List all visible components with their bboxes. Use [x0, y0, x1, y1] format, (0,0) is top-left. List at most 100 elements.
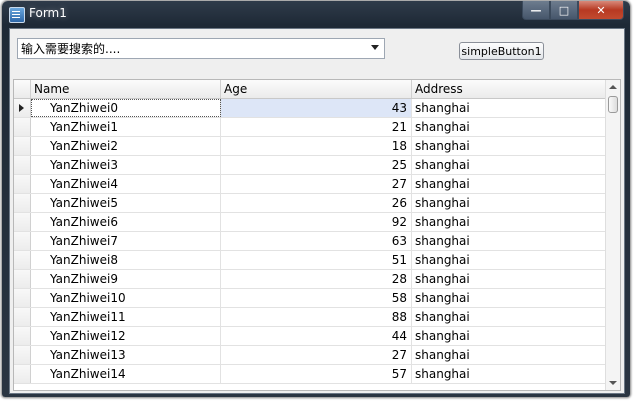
- cell-name[interactable]: YanZhiwei4: [31, 175, 221, 193]
- column-header-name[interactable]: Name: [31, 80, 221, 98]
- table-row[interactable]: YanZhiwei8 51 shanghai: [14, 251, 606, 270]
- cell-address[interactable]: shanghai: [412, 213, 606, 231]
- table-row[interactable]: YanZhiwei12 44 shanghai: [14, 327, 606, 346]
- cell-address[interactable]: shanghai: [412, 270, 606, 288]
- row-indicator[interactable]: [14, 156, 31, 174]
- cell-age[interactable]: 26: [221, 194, 412, 212]
- table-row[interactable]: YanZhiwei5 26 shanghai: [14, 194, 606, 213]
- table-row[interactable]: YanZhiwei11 88 shanghai: [14, 308, 606, 327]
- table-row[interactable]: YanZhiwei14 57 shanghai: [14, 365, 606, 384]
- cell-age[interactable]: 43: [221, 99, 412, 117]
- cell-address[interactable]: shanghai: [412, 289, 606, 307]
- cell-name[interactable]: YanZhiwei0: [31, 99, 221, 117]
- maximize-icon: □: [558, 3, 570, 17]
- table-row[interactable]: YanZhiwei0 43 shanghai: [14, 99, 606, 118]
- minimize-icon: —: [530, 3, 542, 17]
- cell-age[interactable]: 25: [221, 156, 412, 174]
- table-row[interactable]: YanZhiwei1 21 shanghai: [14, 118, 606, 137]
- cell-name[interactable]: YanZhiwei10: [31, 289, 221, 307]
- search-input[interactable]: 输入需要搜索的....: [21, 40, 120, 57]
- scroll-thumb[interactable]: [608, 96, 618, 113]
- cell-age[interactable]: 58: [221, 289, 412, 307]
- close-icon: ✕: [596, 3, 606, 17]
- scroll-up-icon[interactable]: [609, 85, 617, 89]
- cell-address[interactable]: shanghai: [412, 251, 606, 269]
- table-row[interactable]: YanZhiwei6 92 shanghai: [14, 213, 606, 232]
- cell-name[interactable]: YanZhiwei3: [31, 156, 221, 174]
- cell-age[interactable]: 51: [221, 251, 412, 269]
- close-button[interactable]: ✕: [578, 1, 624, 20]
- row-indicator[interactable]: [14, 213, 31, 231]
- chevron-down-icon[interactable]: [371, 45, 379, 50]
- row-indicator[interactable]: [14, 365, 31, 383]
- row-indicator[interactable]: [14, 118, 31, 136]
- cell-age[interactable]: 63: [221, 232, 412, 250]
- cell-name[interactable]: YanZhiwei2: [31, 137, 221, 155]
- cell-address[interactable]: shanghai: [412, 156, 606, 174]
- cell-address[interactable]: shanghai: [412, 365, 606, 383]
- window-frame: Form1 — □ ✕ 输入需要搜索的.... simpleButton1 Na…: [2, 1, 630, 397]
- scroll-down-icon[interactable]: [609, 381, 617, 385]
- row-indicator[interactable]: [14, 308, 31, 326]
- cell-name[interactable]: YanZhiwei7: [31, 232, 221, 250]
- cell-age[interactable]: 27: [221, 175, 412, 193]
- table-row[interactable]: YanZhiwei3 25 shanghai: [14, 156, 606, 175]
- cell-address[interactable]: shanghai: [412, 308, 606, 326]
- cell-name[interactable]: YanZhiwei14: [31, 365, 221, 383]
- cell-address[interactable]: shanghai: [412, 175, 606, 193]
- cell-name[interactable]: YanZhiwei9: [31, 270, 221, 288]
- cell-age[interactable]: 44: [221, 327, 412, 345]
- row-indicator[interactable]: [14, 346, 31, 364]
- cell-age[interactable]: 57: [221, 365, 412, 383]
- cell-age[interactable]: 92: [221, 213, 412, 231]
- table-row[interactable]: YanZhiwei7 63 shanghai: [14, 232, 606, 251]
- table-row[interactable]: YanZhiwei9 28 shanghai: [14, 270, 606, 289]
- cell-name[interactable]: YanZhiwei8: [31, 251, 221, 269]
- app-form-icon: [9, 7, 25, 23]
- cell-name[interactable]: YanZhiwei5: [31, 194, 221, 212]
- window-controls: — □ ✕: [522, 1, 624, 20]
- row-indicator[interactable]: [14, 137, 31, 155]
- cell-address[interactable]: shanghai: [412, 232, 606, 250]
- row-indicator[interactable]: [14, 270, 31, 288]
- column-header-age[interactable]: Age: [221, 80, 412, 98]
- row-indicator-header: [14, 80, 31, 98]
- cell-name[interactable]: YanZhiwei11: [31, 308, 221, 326]
- row-indicator[interactable]: [14, 175, 31, 193]
- data-grid[interactable]: Name Age Address YanZhiwei0 43 shanghai Yan…: [13, 79, 621, 391]
- row-indicator[interactable]: [14, 194, 31, 212]
- cell-name[interactable]: YanZhiwei12: [31, 327, 221, 345]
- cell-age[interactable]: 27: [221, 346, 412, 364]
- cell-age[interactable]: 28: [221, 270, 412, 288]
- column-header-address[interactable]: Address: [412, 80, 606, 98]
- table-row[interactable]: YanZhiwei2 18 shanghai: [14, 137, 606, 156]
- cell-name[interactable]: YanZhiwei13: [31, 346, 221, 364]
- cell-address[interactable]: shanghai: [412, 327, 606, 345]
- table-row[interactable]: YanZhiwei13 27 shanghai: [14, 346, 606, 365]
- cell-address[interactable]: shanghai: [412, 99, 606, 117]
- cell-address[interactable]: shanghai: [412, 194, 606, 212]
- cell-age[interactable]: 18: [221, 137, 412, 155]
- minimize-button[interactable]: —: [522, 1, 550, 20]
- cell-address[interactable]: shanghai: [412, 118, 606, 136]
- search-combobox[interactable]: 输入需要搜索的....: [17, 38, 385, 59]
- title-bar[interactable]: Form1 — □ ✕: [2, 1, 630, 27]
- row-indicator[interactable]: [14, 289, 31, 307]
- row-indicator[interactable]: [14, 327, 31, 345]
- simple-button[interactable]: simpleButton1: [459, 42, 544, 60]
- cell-address[interactable]: shanghai: [412, 346, 606, 364]
- cell-name[interactable]: YanZhiwei6: [31, 213, 221, 231]
- cell-age[interactable]: 21: [221, 118, 412, 136]
- row-indicator[interactable]: [14, 232, 31, 250]
- cell-age[interactable]: 88: [221, 308, 412, 326]
- cell-address[interactable]: shanghai: [412, 137, 606, 155]
- cell-name[interactable]: YanZhiwei1: [31, 118, 221, 136]
- table-row[interactable]: YanZhiwei10 58 shanghai: [14, 289, 606, 308]
- vertical-scrollbar[interactable]: [605, 80, 620, 390]
- form-client-area: 输入需要搜索的.... simpleButton1 Name Age Addre…: [9, 28, 625, 394]
- grid-header: Name Age Address: [14, 80, 606, 99]
- table-row[interactable]: YanZhiwei4 27 shanghai: [14, 175, 606, 194]
- row-indicator[interactable]: [14, 251, 31, 269]
- row-indicator[interactable]: [14, 99, 31, 117]
- maximize-button[interactable]: □: [550, 1, 578, 20]
